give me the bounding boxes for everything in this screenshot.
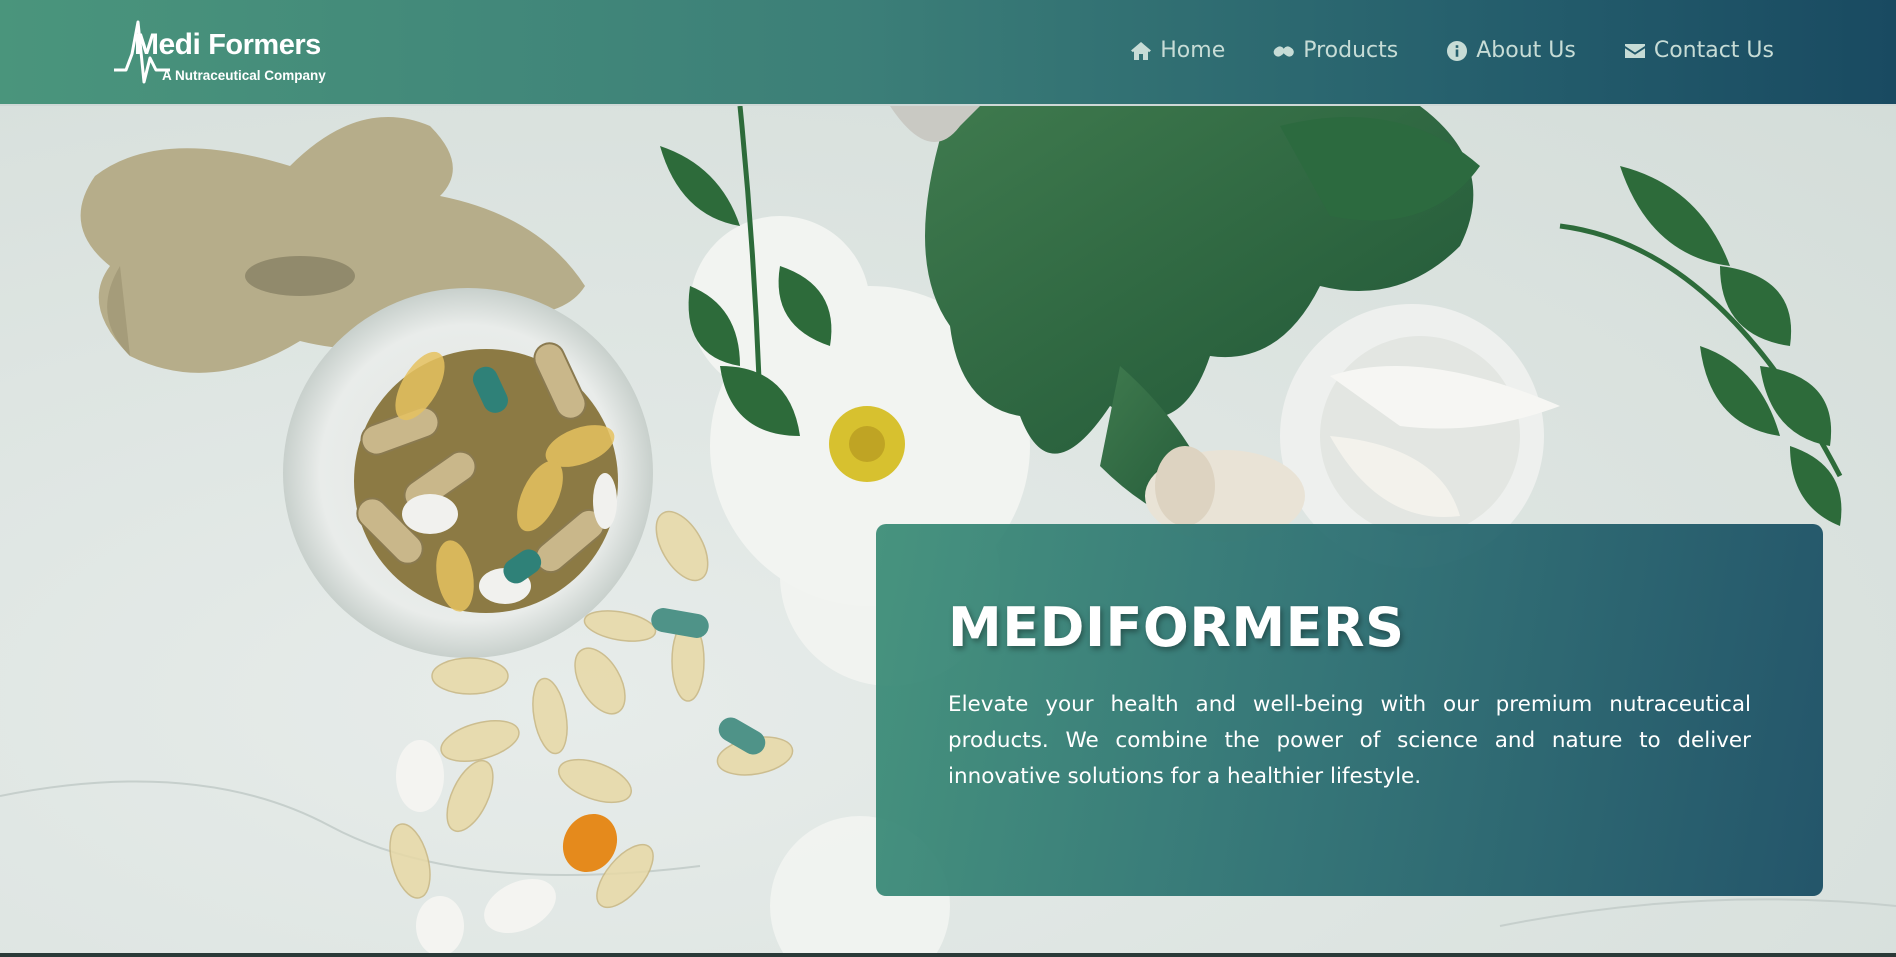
hero-title: MEDIFORMERS [948,596,1405,659]
brand-tagline: A Nutraceutical Company [162,68,326,83]
hero-section: MEDIFORMERS Elevate your health and well… [0,106,1896,957]
brand-name-part1: Medi [134,28,201,61]
nav-about-us-label: About Us [1476,38,1576,63]
info-circle-icon [1447,40,1468,61]
nav-products-label: Products [1303,38,1399,63]
brand-name-part2: Formers [208,29,321,61]
nav-home[interactable]: Home [1129,38,1225,63]
nav-contact-us[interactable]: Contact Us [1623,38,1774,63]
nav-products[interactable]: Products [1272,38,1398,63]
capsules-icon [1273,45,1295,57]
hero-content-card: MEDIFORMERS Elevate your health and well… [876,524,1823,896]
nav-about-us[interactable]: About Us [1445,38,1576,63]
nav-home-label: Home [1160,38,1226,63]
pill-bowl [283,288,653,658]
top-navbar: Medi Formers A Nutraceutical Company Hom… [0,0,1896,106]
envelope-icon [1624,43,1645,58]
main-navigation: Home Products About Us Contact Us [1129,38,1774,63]
page-bottom-edge [0,953,1896,957]
brand-name: Medi Formers [112,28,321,62]
brand-logo[interactable]: Medi Formers A Nutraceutical Company [112,18,332,88]
home-icon [1131,41,1152,60]
hero-description: Elevate your health and well-being with … [948,692,1751,789]
nav-contact-us-label: Contact Us [1653,38,1774,63]
